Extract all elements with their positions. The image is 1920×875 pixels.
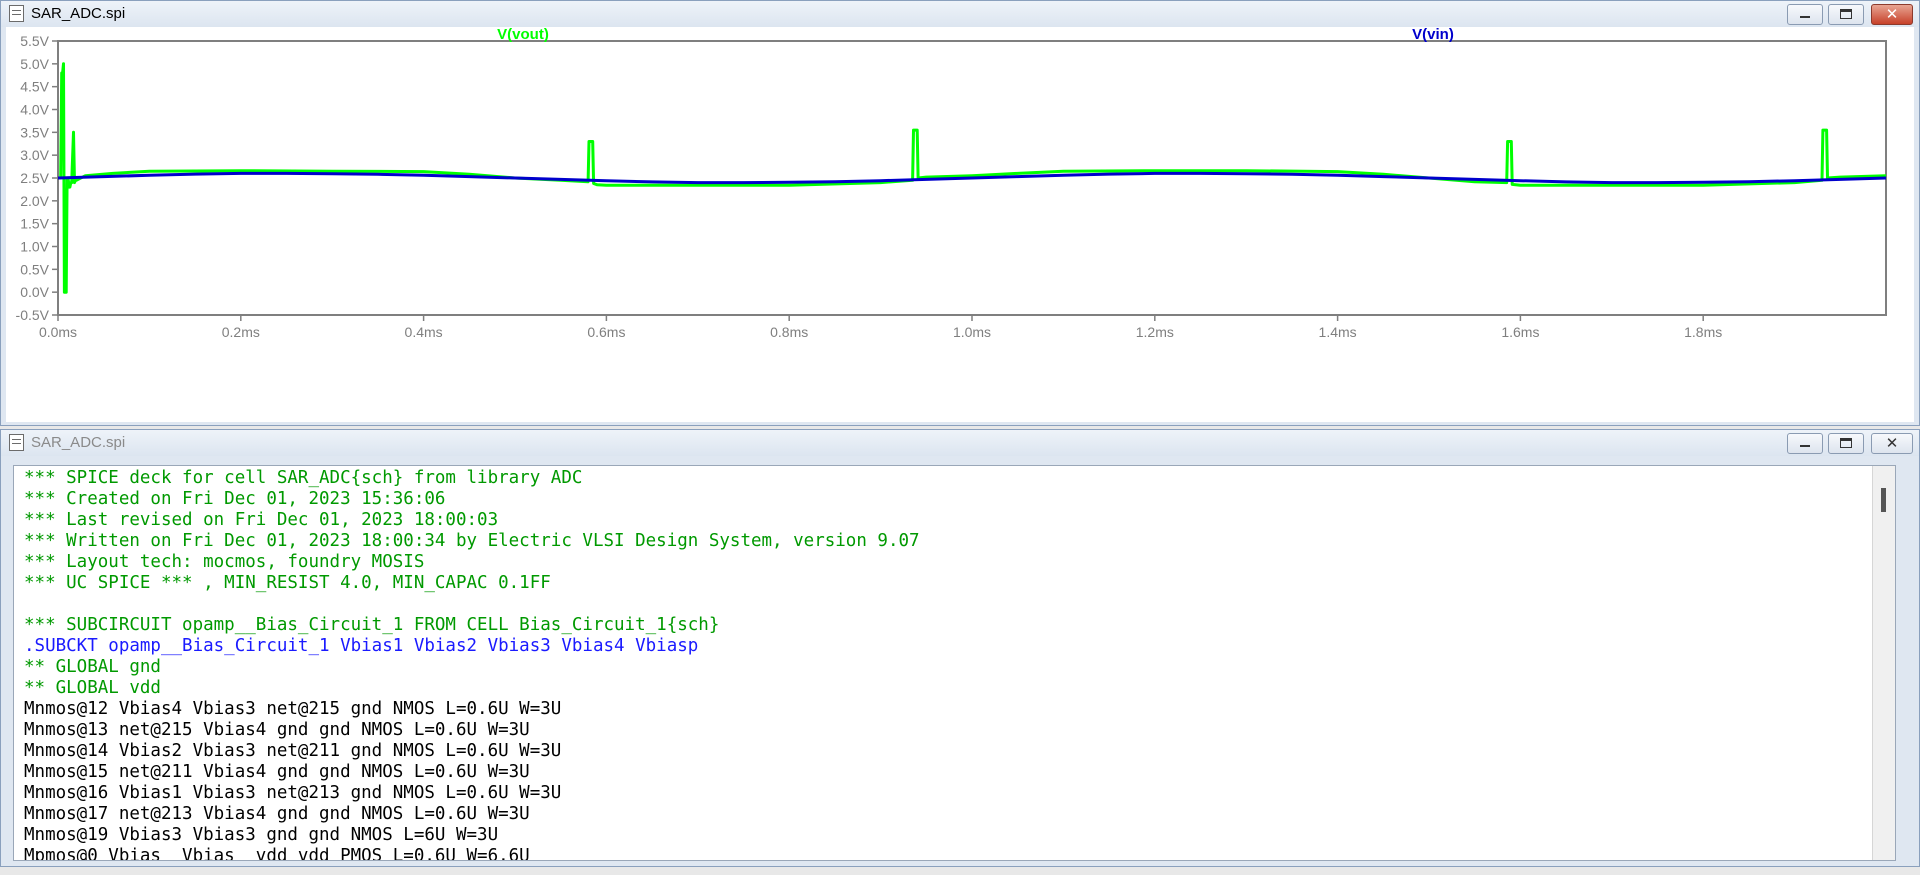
code-line: .SUBCKT opamp__Bias_Circuit_1 Vbias1 Vbi… (24, 636, 699, 656)
x-tick-label: 0.0ms (39, 324, 77, 340)
x-tick-label: 0.6ms (587, 324, 625, 340)
scrollbar-thumb[interactable] (1881, 488, 1886, 512)
code-line: Mnmos@12 Vbias4 Vbias3 net@215 gnd NMOS … (24, 699, 562, 719)
y-tick-label: 3.5V (20, 124, 49, 140)
document-icon (9, 434, 24, 451)
y-tick-label: 2.0V (20, 193, 49, 209)
code-line: ** GLOBAL gnd (24, 657, 161, 677)
code-line: *** SPICE deck for cell SAR_ADC{sch} fro… (24, 468, 583, 488)
waveform-titlebar[interactable]: SAR_ADC.spi ✕ (1, 1, 1919, 27)
y-tick-label: 0.5V (20, 261, 49, 277)
code-line: *** Written on Fri Dec 01, 2023 18:00:34… (24, 531, 920, 551)
minimize-icon (1788, 434, 1822, 453)
code-line: *** UC SPICE *** , MIN_RESIST 4.0, MIN_C… (24, 573, 551, 593)
minimize-icon (1788, 5, 1822, 24)
y-tick-label: 1.5V (20, 216, 49, 232)
close-icon: ✕ (1885, 5, 1899, 23)
legend-v-vout[interactable]: V(vout) (497, 27, 549, 43)
waveform-plot-area[interactable]: 5.5V 5.0V 4.5V 4.0V 3.5V 3.0V 2.5V 2.0V 1.5V 1.0V… (6, 27, 1914, 422)
y-tick-label: 1.0V (20, 239, 49, 255)
close-button[interactable]: ✕ (1871, 433, 1913, 454)
spice-deck-titlebar[interactable]: SAR_ADC.spi ✕ (1, 430, 1919, 456)
code-line: Mnmos@19 Vbias3 Vbias3 gnd gnd NMOS L=6U… (24, 825, 499, 845)
x-tick-label: 1.2ms (1136, 324, 1174, 340)
x-tick-label: 1.8ms (1684, 324, 1722, 340)
close-button[interactable]: ✕ (1871, 4, 1913, 25)
minimize-button[interactable] (1787, 433, 1823, 454)
y-tick-label: 5.0V (20, 56, 49, 72)
code-line: Mnmos@15 net@211 Vbias4 gnd gnd NMOS L=0… (24, 762, 530, 782)
maximize-icon (1829, 434, 1863, 453)
waveform-window-title: SAR_ADC.spi (31, 5, 126, 22)
code-line: *** Created on Fri Dec 01, 2023 15:36:06 (24, 489, 446, 509)
legend-v-vin[interactable]: V(vin) (1412, 27, 1454, 43)
code-line: Mpmos@0 Vbias Vbias vdd vdd PMOS L=0.6U … (24, 846, 530, 861)
y-tick-label: 0.0V (20, 284, 49, 300)
waveform-chart[interactable]: 5.5V 5.0V 4.5V 4.0V 3.5V 3.0V 2.5V 2.0V 1.5V 1.0V… (6, 27, 1914, 422)
maximize-button[interactable] (1828, 4, 1864, 25)
x-tick-label: 1.6ms (1501, 324, 1539, 340)
x-tick-label: 0.2ms (222, 324, 260, 340)
x-tick-label: 1.0ms (953, 324, 991, 340)
x-tick-label: 0.4ms (405, 324, 443, 340)
code-line: Mnmos@17 net@213 Vbias4 gnd gnd NMOS L=0… (24, 804, 530, 824)
y-tick-label: 4.0V (20, 102, 49, 118)
code-line: Mnmos@16 Vbias1 Vbias3 net@213 gnd NMOS … (24, 783, 562, 803)
maximize-button[interactable] (1828, 433, 1864, 454)
y-tick-label: 2.5V (20, 170, 49, 186)
spice-text-editor[interactable]: Mpmos@0 Vbias Vbias vdd vdd PMOS L=0.6U … (13, 465, 1896, 861)
x-tick-label: 1.4ms (1319, 324, 1357, 340)
spice-deck-window-title: SAR_ADC.spi (31, 434, 126, 451)
waveform-window: SAR_ADC.spi ✕ 5.5V 5.0V 4.5V 4.0V 3.5V 3.0V 2.… (0, 0, 1920, 426)
y-tick-label: 5.5V (20, 33, 49, 49)
y-tick-label: 4.5V (20, 79, 49, 95)
y-tick-label: -0.5V (16, 307, 50, 323)
maximize-icon (1829, 5, 1863, 24)
minimize-button[interactable] (1787, 4, 1823, 25)
x-tick-label: 0.8ms (770, 324, 808, 340)
code-line: *** SUBCIRCUIT opamp__Bias_Circuit_1 FRO… (24, 615, 720, 635)
code-line: *** Last revised on Fri Dec 01, 2023 18:… (24, 510, 499, 530)
close-icon: ✕ (1885, 434, 1899, 452)
code-line: Mnmos@14 Vbias2 Vbias3 net@211 gnd NMOS … (24, 741, 562, 761)
code-line: ** GLOBAL vdd (24, 678, 161, 698)
code-line: Mnmos@13 net@215 Vbias4 gnd gnd NMOS L=0… (24, 720, 530, 740)
code-line: *** Layout tech: mocmos, foundry MOSIS (24, 552, 425, 572)
y-tick-label: 3.0V (20, 147, 49, 163)
vertical-scrollbar[interactable] (1872, 466, 1895, 860)
spice-deck-window: SAR_ADC.spi ✕ Mpmos@0 Vbias Vbias vdd vd… (0, 429, 1920, 867)
waveform-file-icon (9, 5, 24, 22)
